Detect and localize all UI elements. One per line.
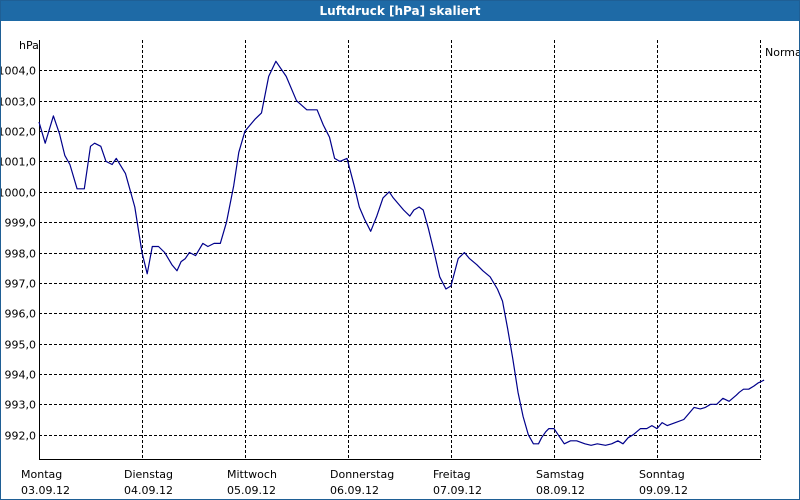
x-axis-tick-labels: Montag 03.09.12 Dienstag 04.09.12 Mittwoch 05… — [21, 468, 688, 497]
x-tick-label-date: 09.09.12 — [639, 484, 688, 497]
y-tick-label: 1000,0 — [1, 187, 36, 200]
y-tick-label: 999,0 — [5, 217, 37, 230]
x-tick-label-day: Mittwoch — [227, 468, 277, 481]
legend-entry-normal: Normal — [765, 46, 799, 59]
y-tick-label: 994,0 — [5, 369, 37, 382]
y-tick-label: 1002,0 — [1, 126, 36, 139]
window-title: Luftdruck [hPa] skaliert — [1, 1, 799, 21]
y-tick-label: 1003,0 — [1, 96, 36, 109]
x-tick-label-day: Samstag — [536, 468, 584, 481]
x-tick-label-day: Montag — [21, 468, 62, 481]
plot-frame — [39, 40, 761, 460]
x-tick-label-day: Freitag — [433, 468, 471, 481]
y-tick-label: 1001,0 — [1, 156, 36, 169]
y-tick-label: 997,0 — [5, 278, 37, 291]
y-tick-label: 993,0 — [5, 399, 37, 412]
pressure-chart: 1004,0 1003,0 1002,0 1001,0 1000,0 999,0 998,0… — [1, 39, 799, 497]
x-tick-label-day: Donnerstag — [330, 468, 394, 481]
y-tick-label: 992,0 — [5, 430, 37, 443]
y-tick-label: 998,0 — [5, 248, 37, 261]
y-tick-label: 995,0 — [5, 339, 37, 352]
x-tick-label-date: 05.09.12 — [227, 484, 276, 497]
y-axis-tick-labels: 1004,0 1003,0 1002,0 1001,0 1000,0 999,0 998,0… — [1, 65, 36, 443]
x-tick-label-date: 04.09.12 — [124, 484, 173, 497]
x-tick-label-day: Dienstag — [124, 468, 173, 481]
chart-window: Luftdruck [hPa] skaliert 1004,0 1003,0 100… — [0, 0, 800, 500]
grid — [39, 40, 761, 459]
y-axis-unit-label: hPa — [19, 39, 39, 52]
x-tick-label-day: Sonntag — [639, 468, 685, 481]
x-tick-label-date: 06.09.12 — [330, 484, 379, 497]
x-tick-label-date: 03.09.12 — [21, 484, 70, 497]
x-tick-label-date: 08.09.12 — [536, 484, 585, 497]
x-tick-label-date: 07.09.12 — [433, 484, 482, 497]
y-tick-label: 996,0 — [5, 308, 37, 321]
y-tick-label: 1004,0 — [1, 65, 36, 78]
